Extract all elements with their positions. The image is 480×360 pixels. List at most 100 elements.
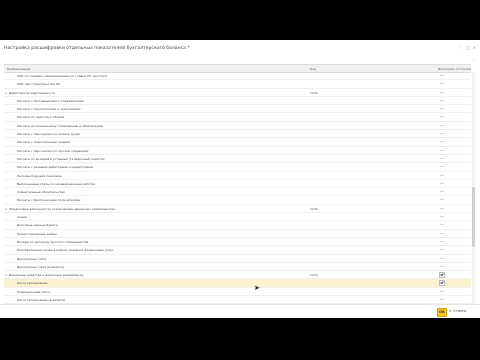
column-header-name[interactable]: Наименование — [7, 67, 30, 71]
row-name: Расчеты с персоналом по прочим операциям — [17, 148, 89, 153]
row-name: Приобретенные права в рамках оказания фи… — [17, 248, 114, 253]
settings-dialog: Настройка расшифровки отдельных показате… — [0, 40, 480, 318]
indent-checkbox[interactable] — [439, 280, 445, 287]
row-code: 1230 — [310, 90, 318, 95]
indent-placeholder[interactable] — [440, 91, 444, 93]
table-row[interactable]: Акции — [4, 213, 471, 222]
table-row[interactable]: ⊖ Финансовые вложения (за исключением ден… — [4, 205, 471, 214]
indent-placeholder[interactable] — [440, 182, 444, 184]
ok-button[interactable]: ОК — [437, 308, 447, 317]
table-row[interactable]: ⊖ Денежные средства и денежные эквивалент… — [4, 271, 471, 280]
row-name: Касса организации — [17, 281, 48, 286]
column-header-code[interactable]: Код — [310, 67, 316, 71]
indent-placeholder[interactable] — [440, 240, 444, 242]
indent-placeholder[interactable] — [440, 232, 444, 234]
indent-placeholder[interactable] — [440, 83, 444, 85]
close-icon[interactable]: × — [473, 46, 476, 50]
table-row[interactable]: Операционная касса — [4, 288, 471, 297]
row-name: Касса организации (в валюте) — [17, 298, 66, 303]
indent-placeholder[interactable] — [440, 149, 444, 151]
mouse-cursor-icon: ➤ — [254, 284, 260, 292]
indent-placeholder[interactable] — [440, 108, 444, 110]
maximize-icon[interactable]: □ — [466, 46, 470, 50]
table-row[interactable]: Расчеты с разными дебиторами и кредитора… — [4, 163, 471, 172]
cancel-button[interactable]: ✕ Отмена — [449, 308, 469, 315]
row-name: Расчеты с разными дебиторами и кредитора… — [17, 165, 93, 170]
table-row[interactable]: Долговые ценные бумаги — [4, 221, 471, 230]
window-controls: ⋮ □ × — [459, 46, 476, 50]
indent-placeholder[interactable] — [440, 141, 444, 143]
table-body: НДС по товарам, реализованным по ставке … — [4, 72, 471, 318]
table-row[interactable]: Касса организации — [4, 279, 471, 288]
table-row[interactable]: Расчеты с персоналом по прочим операциям — [4, 147, 471, 155]
more-icon[interactable]: ⋮ — [459, 46, 463, 50]
indent-placeholder[interactable] — [440, 116, 444, 118]
indent-placeholder[interactable] — [440, 124, 444, 126]
table-row[interactable]: Расчеты по вкладам в уставный (складочны… — [4, 155, 471, 164]
title-bar: Настройка расшифровки отдельных показате… — [0, 40, 480, 56]
table-row[interactable]: Депозитные счета — [4, 255, 471, 263]
row-name: Дебиторская задолженность — [9, 90, 56, 95]
row-name: Сомнительные обязательства — [17, 190, 65, 195]
scroll-thumb[interactable] — [472, 187, 475, 247]
row-name: Расходы будущих периодов — [17, 173, 62, 178]
indent-placeholder[interactable] — [440, 174, 444, 176]
table-row[interactable]: Расчеты с персоналом по оплате труда — [4, 130, 471, 139]
table-row[interactable]: Расчеты с покупателями и заказчиками — [4, 105, 471, 114]
row-name: Вклады по договору простого товарищества — [17, 239, 89, 244]
table-row[interactable]: Сомнительные обязательства — [4, 188, 471, 197]
row-name: Расчеты с фактическими получателями — [17, 198, 81, 203]
row-code: 1240 — [310, 206, 318, 211]
collapse-icon[interactable]: ⊖ — [5, 91, 8, 95]
collapse-icon[interactable]: ⊖ — [5, 207, 8, 211]
table-row[interactable]: НДС при строительстве ОС — [4, 80, 471, 89]
indent-placeholder[interactable] — [440, 191, 444, 193]
indent-checkbox[interactable] — [439, 272, 445, 279]
row-name: Расчеты по вкладам в уставный (складочны… — [17, 156, 105, 161]
indent-placeholder[interactable] — [440, 224, 444, 226]
window-title: Настройка расшифровки отдельных показате… — [4, 46, 190, 51]
table-row[interactable]: ⊖ Дебиторская задолженность 1230 — [4, 89, 471, 97]
table-row[interactable]: Расчеты с поставщиками и подрядчиками — [4, 97, 471, 106]
table-row[interactable]: Приобретенные права в рамках оказания фи… — [4, 246, 471, 255]
row-name: Расчеты по социальному страхованию и обе… — [17, 123, 104, 128]
indent-placeholder[interactable] — [440, 265, 444, 267]
table-row[interactable]: Выполненные этапы по незавершенным работ… — [4, 180, 471, 189]
vertical-scrollbar[interactable] — [472, 72, 475, 318]
table-row[interactable]: НДС по товарам, реализованным по ставке … — [4, 72, 471, 81]
row-name: Выполненные этапы по незавершенным работ… — [17, 181, 96, 186]
row-code: 1250 — [310, 273, 318, 278]
column-header-indent[interactable]: Дополнять отступом — [438, 67, 471, 71]
row-name: НДС при строительстве ОС — [17, 82, 61, 87]
indent-placeholder[interactable] — [440, 249, 444, 251]
row-name: Финансовые вложения (за исключением дене… — [9, 206, 115, 211]
indent-placeholder[interactable] — [440, 290, 444, 292]
collapse-icon[interactable]: ⊖ — [5, 273, 8, 277]
indent-placeholder[interactable] — [440, 216, 444, 218]
indent-placeholder[interactable] — [440, 199, 444, 201]
row-name: Депозитные счета — [17, 256, 47, 261]
table-row[interactable]: Расчеты с фактическими получателями — [4, 196, 471, 205]
indent-placeholder[interactable] — [440, 99, 444, 101]
indent-placeholder[interactable] — [440, 157, 444, 159]
table-row[interactable]: Расходы будущих периодов — [4, 172, 471, 180]
indent-placeholder[interactable] — [440, 257, 444, 259]
row-name: Операционная касса — [17, 289, 51, 294]
indent-placeholder[interactable] — [440, 299, 444, 301]
indent-placeholder[interactable] — [440, 133, 444, 135]
row-name: Расчеты с подотчетными лицами — [17, 140, 70, 145]
indent-placeholder[interactable] — [440, 207, 444, 209]
indent-placeholder[interactable] — [440, 166, 444, 168]
table-row[interactable]: Расчеты по социальному страхованию и обе… — [4, 122, 471, 131]
table-row[interactable]: Расчеты с подотчетными лицами — [4, 138, 471, 147]
row-name: Расчеты по налогам и сборам — [17, 115, 65, 120]
table-row[interactable]: Вклады по договору простого товарищества — [4, 238, 471, 247]
row-name: Расчеты с поставщиками и подрядчиками — [17, 98, 85, 103]
table-row[interactable]: Расчеты по налогам и сборам — [4, 113, 471, 122]
indent-placeholder[interactable] — [440, 75, 444, 76]
row-name: Расчеты с покупателями и заказчиками — [17, 107, 81, 112]
toolbar-more-icon[interactable]: ⋮ — [472, 57, 476, 62]
table-row[interactable]: Предоставленные займы — [4, 230, 471, 238]
table-row[interactable]: Депозитные счета (в валюте) — [4, 263, 471, 272]
row-name: Долговые ценные бумаги — [17, 223, 58, 228]
